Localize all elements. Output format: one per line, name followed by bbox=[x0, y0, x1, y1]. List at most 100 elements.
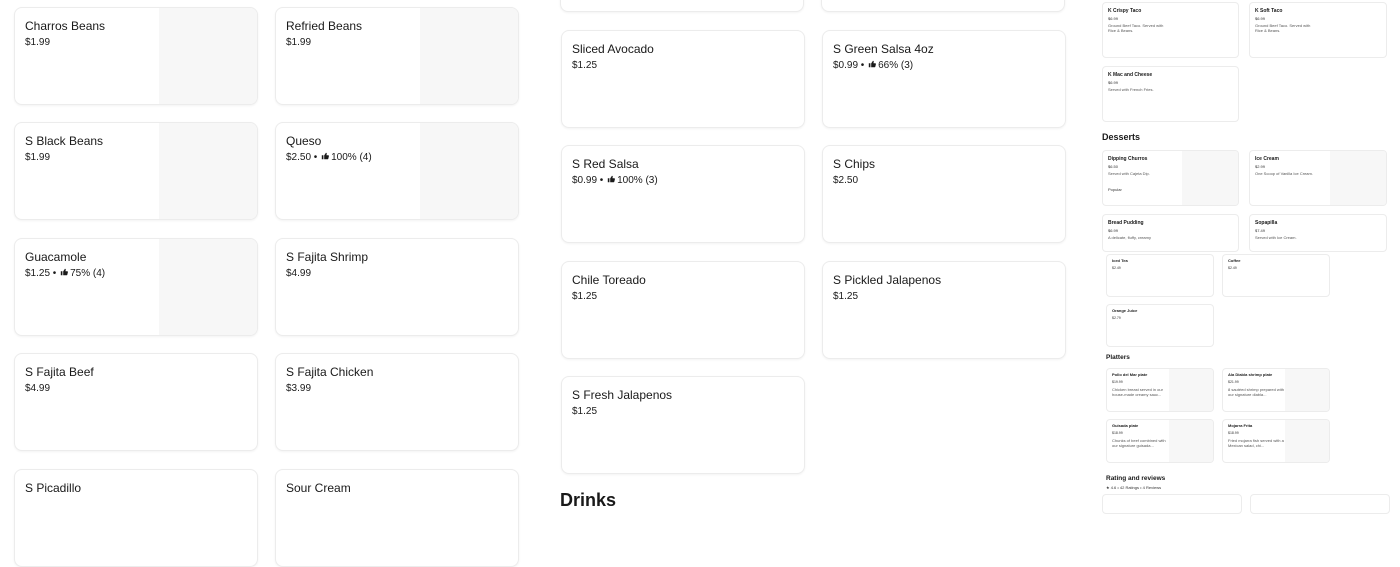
item-price: $2.50 bbox=[833, 175, 859, 186]
thumbs-up-icon bbox=[607, 175, 616, 183]
item-price: $1.25 bbox=[572, 406, 598, 417]
item-name: Guacamole bbox=[25, 250, 87, 264]
preview-item-card[interactable]: Ice Cream $2.99 One Scoop of Vanilla Ice C… bbox=[1249, 150, 1387, 206]
item-rating: 100% (4) bbox=[331, 152, 372, 163]
preview-item-card[interactable]: Coffee $2.49 bbox=[1222, 254, 1330, 297]
preview-item-desc: Chicken breast served in our house-made … bbox=[1112, 387, 1163, 397]
preview-item-desc: 8 sautéed shrimp prepared with our signa… bbox=[1228, 387, 1285, 397]
preview-item-desc: Fried mojarra fish served with a Mexican… bbox=[1228, 438, 1284, 448]
preview-item-price: $18.99 bbox=[1228, 431, 1239, 435]
separator: • bbox=[311, 152, 321, 163]
item-price-line: $1.25 bbox=[572, 406, 597, 417]
preview-item-desc: Ground Beef Taco. Served with Rice & Bea… bbox=[1255, 23, 1311, 33]
item-price: $1.25 bbox=[25, 268, 51, 279]
item-name: Charros Beans bbox=[25, 19, 106, 33]
preview-image-placeholder bbox=[1169, 420, 1213, 462]
section-heading-desserts: Desserts bbox=[1102, 132, 1141, 142]
menu-item-card[interactable]: S Red Salsa $0.99 • 100% (3) bbox=[561, 145, 805, 243]
preview-image-placeholder bbox=[1285, 369, 1329, 411]
preview-item-name: K Soft Taco bbox=[1255, 8, 1283, 14]
item-image-placeholder bbox=[159, 239, 257, 335]
item-price: $1.99 bbox=[286, 37, 312, 48]
reviews-summary: ★ 4.6 • 42 Ratings • 4 Reviews bbox=[1106, 485, 1162, 490]
review-card[interactable] bbox=[1102, 494, 1242, 514]
preview-item-card[interactable]: Dipping Churros $6.50 Served with Cajeta D… bbox=[1102, 150, 1239, 206]
preview-item-name: K Crispy Taco bbox=[1108, 8, 1142, 14]
menu-item-card[interactable]: Refried Beans $1.99 bbox=[275, 7, 519, 105]
item-name: S Red Salsa bbox=[572, 157, 639, 171]
preview-item-card[interactable]: Orange Juice $2.79 bbox=[1106, 304, 1214, 347]
preview-item-desc: One Scoop of Vanilla Ice Cream. bbox=[1255, 171, 1313, 176]
menu-item-card[interactable]: S Fresh Jalapenos $1.25 bbox=[561, 376, 805, 474]
item-price-line: $1.25 bbox=[572, 60, 597, 71]
item-rating: 66% (3) bbox=[878, 60, 914, 71]
item-name: Sour Cream bbox=[286, 481, 351, 495]
preview-item-price: $2.49 bbox=[1228, 266, 1237, 270]
preview-item-name: Ice Cream bbox=[1255, 156, 1279, 162]
preview-item-price: $19.99 bbox=[1112, 380, 1123, 384]
preview-item-name: Coffee bbox=[1228, 258, 1241, 263]
menu-item-card[interactable]: S Green Salsa 4oz $0.99 • 66% (3) bbox=[822, 30, 1066, 128]
menu-item-card[interactable]: S Fajita Chicken $3.99 bbox=[275, 353, 519, 451]
preview-item-card[interactable]: K Crispy Taco $6.99 Ground Beef Taco. Serv… bbox=[1102, 2, 1239, 58]
menu-item-card[interactable]: S Black Beans $1.99 bbox=[14, 122, 258, 220]
menu-item-card[interactable]: S Pickled Jalapenos $1.25 bbox=[822, 261, 1066, 359]
menu-item-card[interactable]: S Fajita Shrimp $4.99 bbox=[275, 238, 519, 336]
item-price-line: $2.50 • 100% (4) bbox=[286, 152, 372, 163]
item-name: S Fresh Jalapenos bbox=[572, 388, 673, 402]
preview-item-card[interactable]: Guisada plate $18.99 Chunks of beef combin… bbox=[1106, 419, 1214, 463]
preview-item-name: K Mac and Cheese bbox=[1108, 72, 1153, 78]
item-price: $2.50 bbox=[286, 152, 312, 163]
menu-item-card[interactable] bbox=[821, 0, 1065, 12]
menu-item-card[interactable]: S Fajita Beef $4.99 bbox=[14, 353, 258, 451]
preview-item-name: Ala Diabla shrimp plate bbox=[1228, 372, 1273, 377]
menu-item-card[interactable]: Chile Toreado $1.25 bbox=[561, 261, 805, 359]
menu-item-card[interactable]: S Picadillo bbox=[14, 469, 258, 567]
item-name: S Fajita Shrimp bbox=[286, 250, 369, 264]
item-price: $1.99 bbox=[25, 37, 51, 48]
menu-item-card[interactable] bbox=[560, 0, 804, 12]
item-name: Chile Toreado bbox=[572, 273, 646, 287]
menu-item-card[interactable]: Sliced Avocado $1.25 bbox=[561, 30, 805, 128]
preview-item-card[interactable]: K Mac and Cheese $6.99 Served with French … bbox=[1102, 66, 1239, 122]
preview-item-desc: Served with Ice Cream. bbox=[1255, 235, 1297, 240]
menu-item-card[interactable]: Sour Cream bbox=[275, 469, 519, 567]
item-name: S Picadillo bbox=[25, 481, 82, 495]
preview-item-card[interactable]: Ala Diabla shrimp plate $21.99 8 sautéed s… bbox=[1222, 368, 1330, 412]
separator: • bbox=[50, 268, 60, 279]
preview-item-card[interactable]: Pollo del Mar plate $19.99 Chicken breast … bbox=[1106, 368, 1214, 412]
item-image-placeholder bbox=[159, 8, 257, 104]
item-name: S Black Beans bbox=[25, 134, 104, 148]
preview-item-desc: Served with French Fries. bbox=[1108, 87, 1154, 92]
item-price: $0.99 bbox=[833, 60, 859, 71]
preview-item-price: $6.99 bbox=[1108, 80, 1119, 85]
preview-item-card[interactable]: Bread Pudding $6.99 A delicate, fluffy, cr… bbox=[1102, 214, 1239, 252]
review-card[interactable] bbox=[1250, 494, 1390, 514]
preview-item-card[interactable]: Mojarra Frita $18.99 Fried mojarra fish se… bbox=[1222, 419, 1330, 463]
preview-item-card[interactable]: Iced Tea $2.49 bbox=[1106, 254, 1214, 297]
menu-item-card[interactable]: Charros Beans $1.99 bbox=[14, 7, 258, 105]
preview-item-desc: Served with Cajeta Dip. bbox=[1108, 171, 1150, 176]
preview-image-placeholder bbox=[1285, 420, 1329, 462]
item-price-line: $1.25 bbox=[833, 291, 858, 302]
item-price: $1.25 bbox=[572, 291, 598, 302]
item-price: $4.99 bbox=[286, 268, 312, 279]
preview-item-price: $2.49 bbox=[1112, 266, 1121, 270]
menu-item-card[interactable]: Queso $2.50 • 100% (4) bbox=[275, 122, 519, 220]
preview-image-placeholder bbox=[1330, 151, 1386, 205]
section-heading-drinks: Drinks bbox=[560, 490, 617, 510]
item-name: S Fajita Beef bbox=[25, 365, 94, 379]
preview-item-card[interactable]: K Soft Taco $6.99 Ground Beef Taco. Served… bbox=[1249, 2, 1387, 58]
item-price: $3.99 bbox=[286, 383, 312, 394]
menu-item-card[interactable]: Guacamole $1.25 • 75% (4) bbox=[14, 238, 258, 336]
preview-item-name: Pollo del Mar plate bbox=[1112, 372, 1148, 377]
preview-item-card[interactable]: Sopapilla $7.49 Served with Ice Cream. bbox=[1249, 214, 1387, 252]
preview-item-desc: Ground Beef Taco. Served with Rice & Bea… bbox=[1108, 23, 1164, 33]
preview-item-price: $2.79 bbox=[1112, 316, 1121, 320]
menu-item-card[interactable]: S Chips $2.50 bbox=[822, 145, 1066, 243]
section-heading-reviews: Rating and reviews bbox=[1106, 475, 1166, 482]
item-price: $1.25 bbox=[833, 291, 859, 302]
item-price-line: $1.99 bbox=[25, 152, 50, 163]
preview-item-desc: Chunks of beef combined with our signatu… bbox=[1112, 438, 1166, 448]
item-price: $0.99 bbox=[572, 175, 598, 186]
